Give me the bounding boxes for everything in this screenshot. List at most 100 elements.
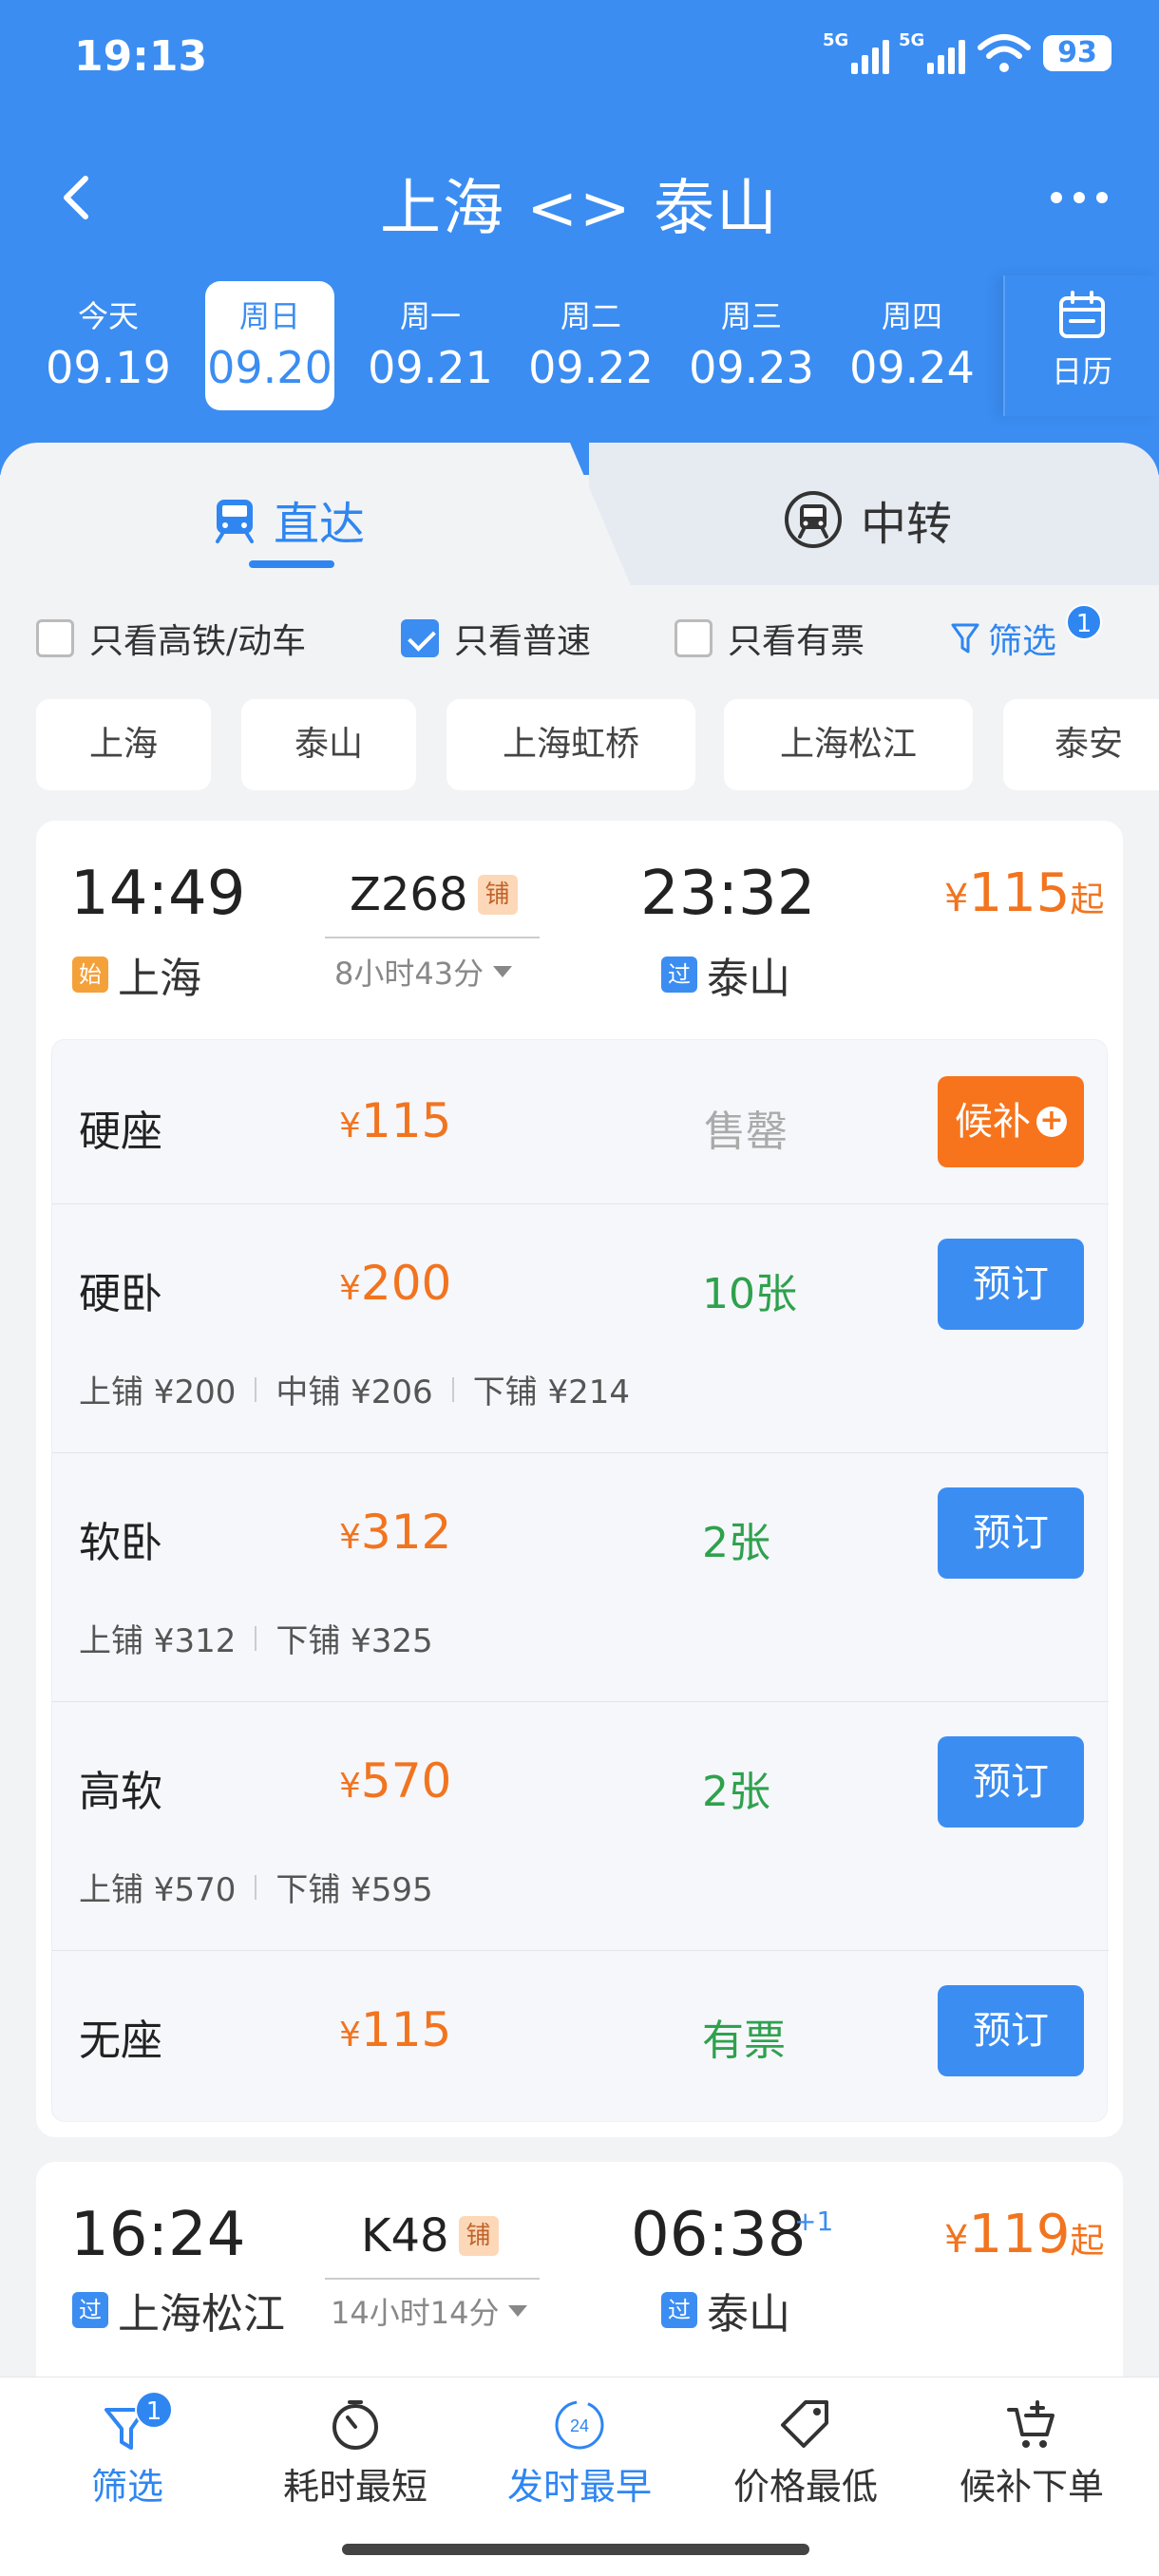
- arrival-station-name: 泰山: [707, 955, 790, 1003]
- station-chip[interactable]: 上海松江: [724, 699, 973, 790]
- price-suffix: 起: [1070, 881, 1105, 919]
- berth-price: 下铺 ¥595: [276, 1871, 433, 1909]
- seat-price: ¥312: [339, 1505, 451, 1560]
- lowest-price: ¥115起: [944, 862, 1104, 924]
- checkbox-label: 只看有票: [728, 622, 865, 661]
- seat-stock: 2张: [702, 1519, 770, 1567]
- calendar-button[interactable]: 日历: [1003, 275, 1159, 416]
- station-chip[interactable]: 泰安: [1003, 699, 1159, 790]
- filter-count-badge: 1: [1066, 604, 1102, 640]
- seat-row-deluxe-sleeper: 高软 ¥570 2张 预订 上铺 ¥570 下铺 ¥595: [52, 1701, 1109, 1950]
- nav-cheapest[interactable]: 价格最低: [692, 2396, 920, 2510]
- date-weekday: 周日: [238, 298, 300, 334]
- price-suffix: 起: [1070, 2222, 1105, 2261]
- departure-time: 14:49: [70, 859, 246, 929]
- tab-direct-label: 直达: [274, 498, 366, 551]
- sim2-label: 5G: [899, 30, 925, 50]
- date-item-0919[interactable]: 今天 09.19: [44, 281, 173, 410]
- seat-row-no-seat: 无座 ¥115 有票 预订: [52, 1950, 1109, 2121]
- signal-icon: 5G: [823, 30, 889, 74]
- station-chip[interactable]: 上海虹桥: [446, 699, 695, 790]
- home-indicator[interactable]: [342, 2544, 809, 2555]
- duration-text: 8小时43分: [334, 956, 484, 992]
- date-value: 09.23: [689, 342, 814, 393]
- currency-symbol: ¥: [944, 877, 969, 920]
- date-weekday: 周三: [720, 298, 782, 334]
- station-chip[interactable]: 上海: [36, 699, 211, 790]
- nav-waitlist-label: 候补下单: [959, 2466, 1104, 2508]
- price-tag-icon: [781, 2400, 828, 2448]
- book-button[interactable]: 预订: [938, 1985, 1084, 2076]
- book-button[interactable]: 预订: [938, 1736, 1084, 1828]
- date-item-0921[interactable]: 周一 09.21: [366, 281, 495, 410]
- station-chip[interactable]: 泰山: [241, 699, 416, 790]
- filter-label: 筛选: [988, 622, 1057, 661]
- tab-transfer-label-group[interactable]: 中转: [783, 486, 952, 553]
- seat-price: ¥200: [339, 1256, 451, 1311]
- seat-price: ¥115: [339, 2002, 451, 2057]
- waitlist-button[interactable]: 候补 +: [938, 1076, 1084, 1167]
- date-item-0923[interactable]: 周三 09.23: [687, 281, 816, 410]
- berth-price: 上铺 ¥200: [79, 1373, 237, 1411]
- nav-filter-label: 筛选: [90, 2466, 163, 2508]
- nav-cheapest-label: 价格最低: [732, 2466, 878, 2508]
- seat-row-soft-sleeper: 软卧 ¥312 2张 预订 上铺 ¥312 下铺 ¥325: [52, 1452, 1109, 1701]
- price-value: 119: [968, 2204, 1071, 2265]
- date-item-0924[interactable]: 周四 09.24: [847, 281, 977, 410]
- start-station-tag: 始: [72, 957, 108, 993]
- checkbox-label: 只看高铁/动车: [89, 622, 307, 661]
- nav-waitlist[interactable]: 候补下单: [918, 2396, 1146, 2510]
- arrival-time: 23:32: [640, 859, 816, 929]
- train-card[interactable]: 14:49 始 上海 Z268 铺 8小时43分 23:32 过 泰山 ¥115…: [36, 821, 1123, 2137]
- duration[interactable]: 14小时14分: [331, 2289, 528, 2333]
- train-number-text: K48: [361, 2209, 449, 2263]
- nav-earliest-label: 发时最早: [506, 2466, 652, 2508]
- departure-station-name: 上海松江: [118, 2290, 285, 2339]
- next-day-indicator: +1: [794, 2206, 834, 2237]
- filter-button[interactable]: 筛选: [950, 614, 1056, 663]
- svg-text:24: 24: [570, 2416, 589, 2435]
- checkbox-available[interactable]: 只看有票: [674, 614, 864, 663]
- berth-prices: 上铺 ¥312 下铺 ¥325: [79, 1615, 433, 1661]
- checkbox-box[interactable]: [36, 619, 74, 657]
- checkbox-high-speed[interactable]: 只看高铁/动车: [36, 614, 306, 663]
- train-number: K48 铺: [361, 2209, 499, 2263]
- duration[interactable]: 8小时43分: [334, 950, 513, 994]
- book-button[interactable]: 预订: [938, 1487, 1084, 1579]
- date-selector: 今天 09.19 周日 09.20 周一 09.21 周二 09.22 周三 0…: [0, 275, 1159, 416]
- nav-shortest[interactable]: 耗时最短: [241, 2396, 469, 2510]
- departure-station-name: 上海: [118, 955, 201, 1003]
- currency-symbol: ¥: [339, 1767, 361, 1806]
- checkbox-box[interactable]: [674, 619, 712, 657]
- nav-filter[interactable]: 筛选 1: [13, 2391, 241, 2510]
- date-weekday: 今天: [77, 298, 139, 334]
- berth-price: 上铺 ¥570: [79, 1871, 237, 1909]
- currency-symbol: ¥: [944, 2218, 969, 2262]
- pass-station-tag: 过: [661, 957, 697, 993]
- seat-row-hard-seat: 硬座 ¥115 售罄 候补 +: [52, 1040, 1109, 1203]
- seat-type: 高软: [79, 1768, 162, 1816]
- lowest-price: ¥119起: [944, 2204, 1104, 2265]
- plus-circle-icon: +: [1036, 1107, 1067, 1137]
- date-weekday: 周二: [560, 298, 621, 334]
- tab-direct-underline: [249, 560, 334, 568]
- funnel-icon: [951, 623, 979, 653]
- berth-price: 下铺 ¥325: [276, 1622, 433, 1660]
- nav-earliest[interactable]: 24 发时最早: [466, 2396, 694, 2510]
- checkbox-normal-speed[interactable]: 只看普速: [401, 614, 591, 663]
- seat-price: ¥115: [339, 1093, 451, 1148]
- book-button[interactable]: 预订: [938, 1239, 1084, 1330]
- timer-icon: [332, 2400, 378, 2450]
- chevron-down-icon: [508, 2305, 528, 2317]
- duration-text: 14小时14分: [331, 2295, 500, 2331]
- tab-direct-label-group[interactable]: 直达: [213, 486, 365, 553]
- date-item-0920[interactable]: 周日 09.20: [205, 281, 334, 410]
- checkbox-box-checked[interactable]: [401, 619, 439, 657]
- filter-count-badge: 1: [135, 2391, 173, 2429]
- more-icon[interactable]: [1051, 192, 1108, 203]
- arrival-station: 过 泰山: [661, 2280, 790, 2340]
- berth-price: 中铺 ¥206: [276, 1373, 433, 1411]
- berth-prices: 上铺 ¥570 下铺 ¥595: [79, 1864, 433, 1910]
- seat-stock: 有票: [702, 2017, 786, 2065]
- date-item-0922[interactable]: 周二 09.22: [526, 281, 656, 410]
